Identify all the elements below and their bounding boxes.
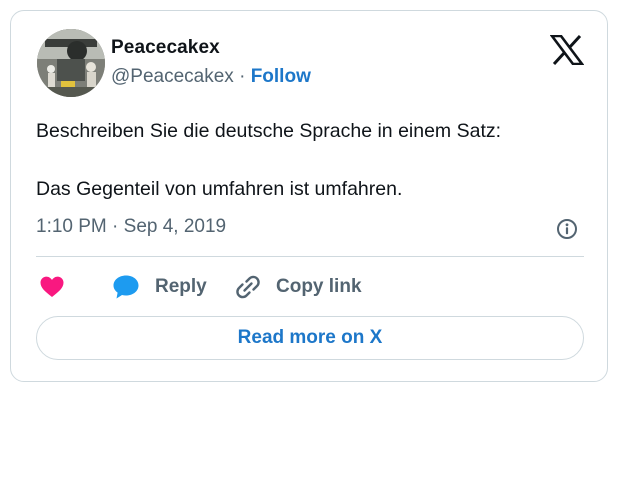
read-more-label: Read more on X [237,327,383,348]
reply-button[interactable]: Reply [112,273,207,301]
author-handle[interactable]: @Peacecakex [111,66,234,87]
follow-button[interactable]: Follow [251,66,311,87]
heart-icon [40,276,64,297]
info-icon[interactable] [556,218,578,240]
x-logo-icon[interactable] [549,34,585,66]
reply-label: Reply [155,276,207,297]
avatar-image [37,29,105,97]
author-handle-row: @Peacecakex · Follow [111,66,311,88]
link-icon [236,275,260,299]
copy-link-label: Copy link [276,276,362,297]
copy-link-button[interactable]: Copy link [235,273,362,301]
like-button[interactable] [39,273,65,301]
author-avatar[interactable] [37,29,105,97]
speech-bubble-icon [113,275,139,299]
tweet-text-line-2: Das Gegenteil von umfahren ist umfahren. [36,178,403,200]
handle-separator: · [239,66,246,87]
tweet-timestamp[interactable]: 1:10 PM · Sep 4, 2019 [36,216,226,238]
divider [36,256,584,257]
tweet-card: Peacecakex @Peacecakex · Follow Beschrei… [10,10,608,382]
read-more-button[interactable]: Read more on X [36,316,584,360]
author-name[interactable]: Peacecakex [111,37,220,59]
tweet-text-line-1: Beschreiben Sie die deutsche Sprache in … [36,120,502,142]
